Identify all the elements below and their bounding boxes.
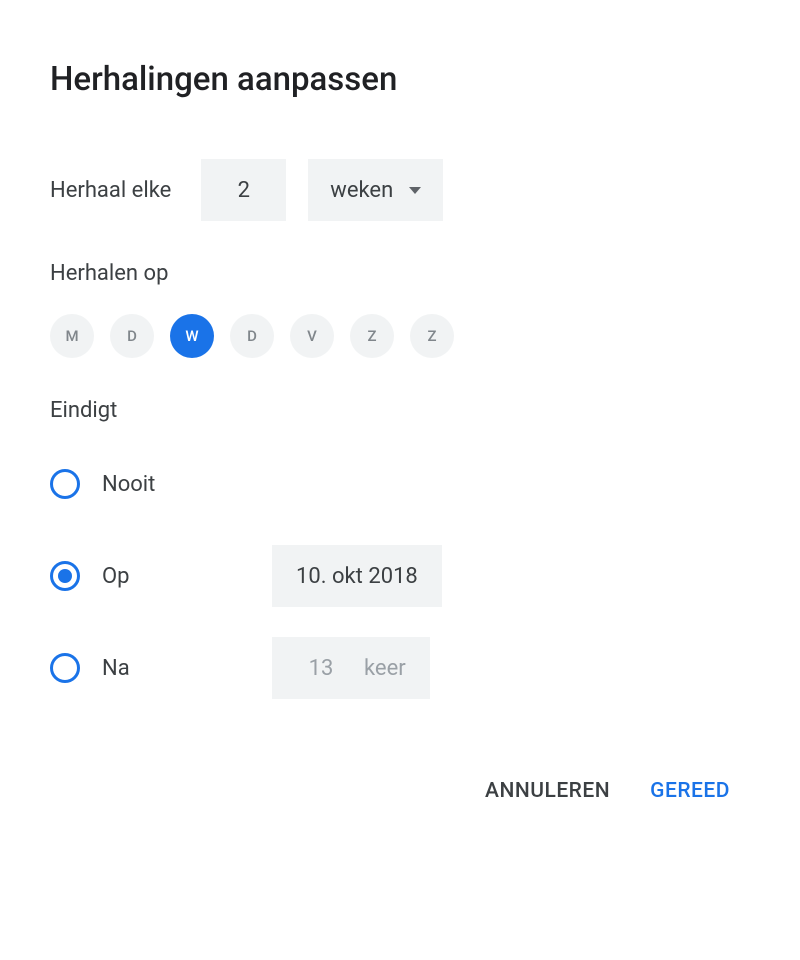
- ends-on-date-input[interactable]: 10. okt 2018: [272, 545, 442, 607]
- ends-never-radio[interactable]: [50, 469, 80, 499]
- ends-never-label: Nooit: [102, 472, 272, 497]
- ends-on-label: Op: [102, 564, 272, 589]
- ends-on-radio[interactable]: [50, 561, 80, 591]
- ends-after-box: keer: [272, 637, 430, 699]
- ends-after-row: Na keer: [50, 637, 750, 699]
- day-chip-mon[interactable]: M: [50, 314, 94, 358]
- ends-after-radio[interactable]: [50, 653, 80, 683]
- day-chip-sun[interactable]: Z: [410, 314, 454, 358]
- ends-after-suffix: keer: [364, 656, 406, 681]
- day-chip-thu[interactable]: D: [230, 314, 274, 358]
- ends-label: Eindigt: [50, 398, 750, 423]
- day-chip-wed[interactable]: W: [170, 314, 214, 358]
- repeat-on-label: Herhalen op: [50, 261, 750, 286]
- done-button[interactable]: GEREED: [650, 779, 730, 803]
- day-chip-fri[interactable]: V: [290, 314, 334, 358]
- ends-after-count-input[interactable]: [296, 656, 346, 681]
- chevron-down-icon: [409, 187, 421, 194]
- repeat-every-row: Herhaal elke weken: [50, 159, 750, 221]
- dialog-actions: ANNULEREN GEREED: [50, 779, 750, 803]
- day-chip-sat[interactable]: Z: [350, 314, 394, 358]
- days-row: M D W D V Z Z: [50, 314, 750, 358]
- ends-never-row: Nooit: [50, 453, 750, 515]
- cancel-button[interactable]: ANNULEREN: [485, 779, 610, 803]
- ends-after-label: Na: [102, 656, 272, 681]
- dialog-title: Herhalingen aanpassen: [50, 60, 750, 99]
- repeat-on-section: Herhalen op M D W D V Z Z: [50, 261, 750, 358]
- repeat-every-label: Herhaal elke: [50, 178, 171, 203]
- repeat-unit-label: weken: [330, 178, 393, 203]
- ends-section: Eindigt Nooit Op 10. okt 2018 Na keer: [50, 398, 750, 699]
- ends-on-row: Op 10. okt 2018: [50, 545, 750, 607]
- day-chip-tue[interactable]: D: [110, 314, 154, 358]
- repeat-count-input[interactable]: [201, 159, 286, 221]
- repeat-unit-select[interactable]: weken: [308, 159, 443, 221]
